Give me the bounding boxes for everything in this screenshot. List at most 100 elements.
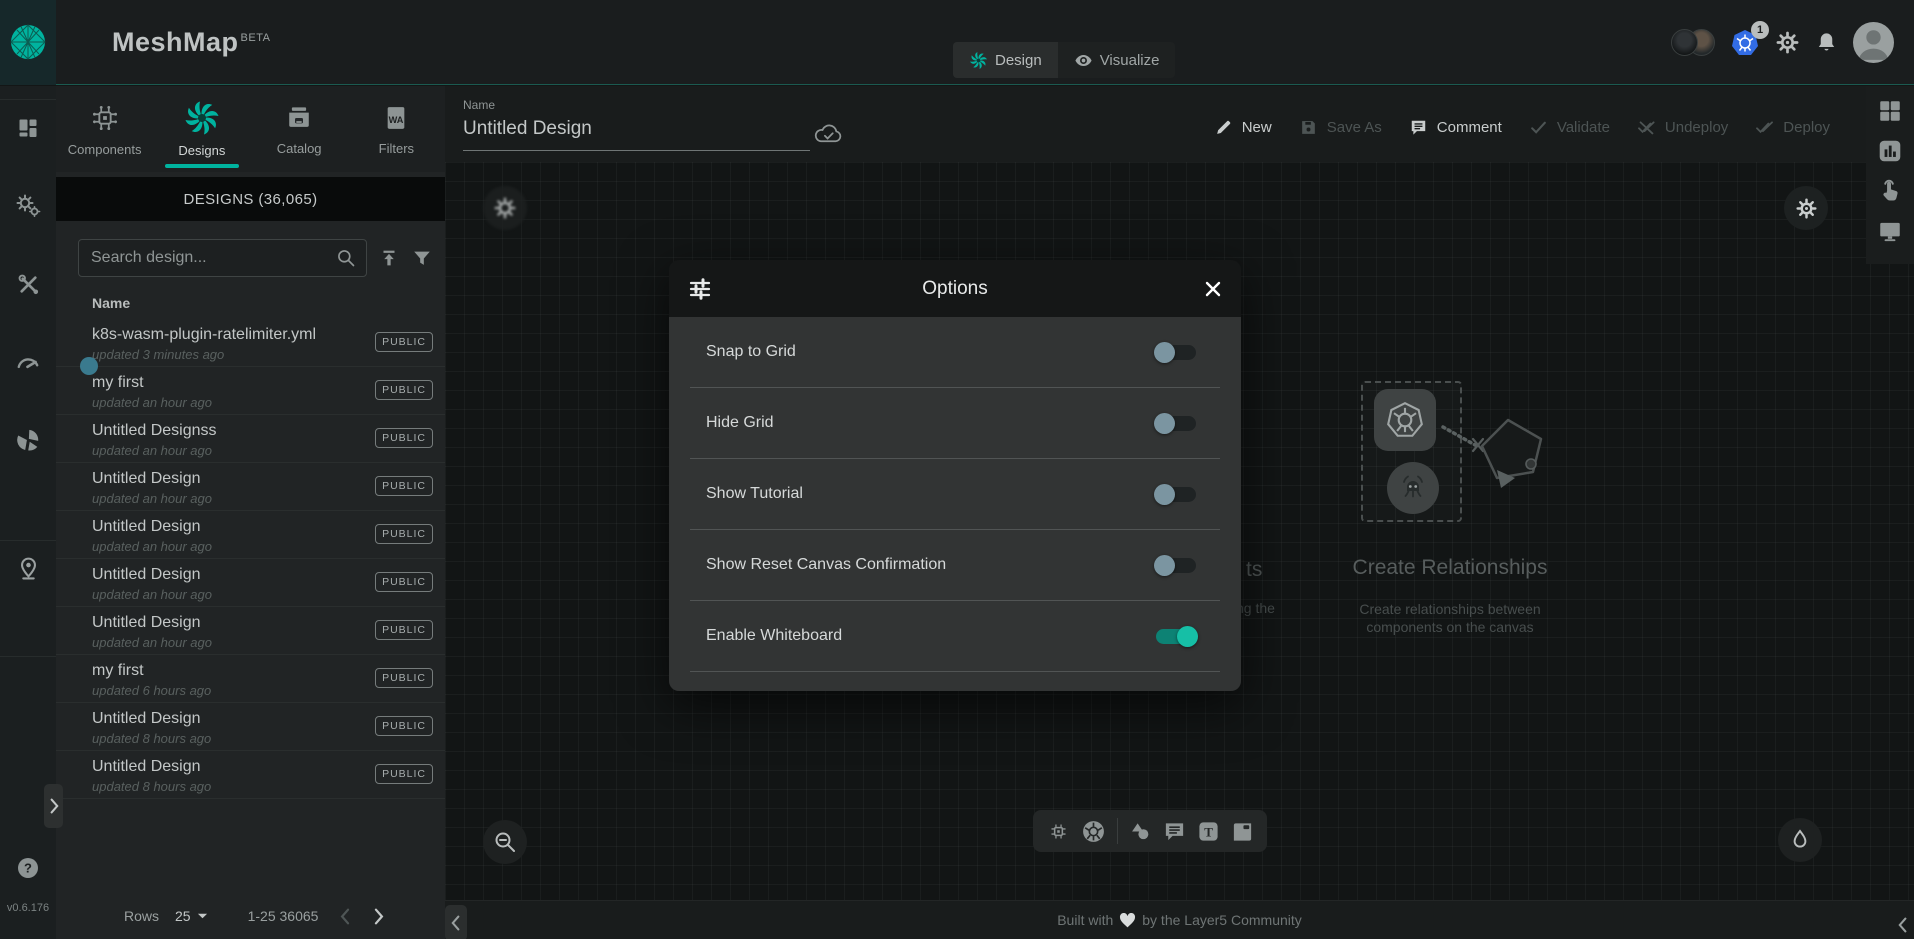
design-row[interactable]: k8s-wasm-plugin-ratelimiter.yml updated …: [56, 319, 445, 367]
user-avatar[interactable]: [1853, 22, 1894, 63]
panel-tabs: Components Designs: [56, 86, 445, 172]
add-text-button[interactable]: T: [1197, 820, 1220, 843]
deploy-button[interactable]: Deploy: [1755, 118, 1830, 137]
designs-spiral-icon: [184, 100, 220, 136]
prev-page-button[interactable]: [340, 908, 351, 925]
header-right: 1: [1671, 0, 1894, 85]
import-design-button[interactable]: [378, 247, 400, 269]
design-name-input[interactable]: [463, 112, 810, 151]
tab-components[interactable]: Components: [56, 86, 153, 172]
validate-button[interactable]: Validate: [1529, 118, 1610, 137]
close-icon[interactable]: [1203, 279, 1223, 299]
chevron-left-icon: [451, 915, 461, 931]
tab-filters[interactable]: WA Filters: [348, 86, 445, 172]
settings-button[interactable]: [1775, 30, 1800, 55]
add-comment-button[interactable]: [1163, 820, 1186, 843]
comment-label: Comment: [1437, 119, 1502, 136]
visibility-badge: PUBLIC: [375, 476, 433, 496]
option-row-snap-to-grid: Snap to Grid: [690, 317, 1220, 388]
tab-designs[interactable]: Designs: [153, 86, 250, 172]
layouts-button[interactable]: [1877, 98, 1903, 124]
search-input[interactable]: [91, 249, 336, 267]
design-row[interactable]: Untitled Design updated an hour ago PUBL…: [56, 607, 445, 655]
snap-to-grid-toggle[interactable]: [1156, 345, 1196, 360]
add-shapes-button[interactable]: [1129, 820, 1152, 843]
reset-canvas-confirmation-toggle[interactable]: [1156, 558, 1196, 573]
canvas-options-button[interactable]: [1784, 186, 1828, 230]
new-button[interactable]: New: [1214, 118, 1272, 137]
save-as-button[interactable]: Save As: [1299, 118, 1382, 137]
chevron-left-icon: [340, 908, 351, 925]
tools-icon: [16, 272, 41, 297]
sidebar-item-meshmap[interactable]: [0, 548, 56, 588]
sidebar-item-performance[interactable]: [0, 342, 56, 382]
visibility-badge: PUBLIC: [375, 764, 433, 784]
layer5-logo[interactable]: [0, 0, 56, 85]
occluded-text-fragment: ng the: [1236, 600, 1275, 616]
canvas-topbar: Name New: [445, 86, 1914, 162]
sidebar-item-dashboard[interactable]: [0, 108, 56, 148]
zoom-out-button[interactable]: [483, 820, 527, 864]
footer-collapse-left[interactable]: [445, 905, 467, 939]
tab-visualize-label: Visualize: [1100, 52, 1160, 69]
comment-button[interactable]: Comment: [1409, 118, 1502, 137]
help-button[interactable]: ?: [0, 848, 56, 888]
design-row[interactable]: Untitled Design updated an hour ago PUBL…: [56, 463, 445, 511]
design-row[interactable]: my first updated an hour ago PUBLIC: [56, 367, 445, 415]
sliders-icon: [687, 276, 713, 302]
grid-squares-icon: [1877, 98, 1903, 124]
add-media-button[interactable]: [1231, 820, 1254, 843]
filter-button[interactable]: [411, 247, 433, 269]
demo-meshery-tile: [1387, 462, 1439, 514]
notifications-button[interactable]: [1815, 31, 1838, 54]
design-toolbar: New Save As Comment: [1214, 118, 1830, 137]
interaction-mode-button[interactable]: [1877, 178, 1903, 204]
panel-expand-handle[interactable]: [44, 784, 63, 828]
pagination: Rows 25 1-25 36065: [56, 893, 445, 939]
sidebar-item-lifecycle[interactable]: [0, 186, 56, 226]
display-button[interactable]: [1877, 218, 1903, 244]
search-icon[interactable]: [336, 248, 356, 268]
next-page-button[interactable]: [373, 908, 384, 925]
tab-visualize[interactable]: Visualize: [1058, 42, 1176, 78]
design-row[interactable]: Untitled Design updated 8 hours ago PUBL…: [56, 703, 445, 751]
touch-icon: [1877, 178, 1903, 204]
design-row[interactable]: my first updated 6 hours ago PUBLIC: [56, 655, 445, 703]
kubernetes-wheel-icon: [1081, 819, 1106, 844]
shapes-icon: [1129, 820, 1152, 843]
design-row[interactable]: Untitled Design updated an hour ago PUBL…: [56, 511, 445, 559]
add-kubernetes-node-button[interactable]: [1081, 819, 1106, 844]
tab-components-label: Components: [68, 142, 142, 157]
hide-grid-toggle[interactable]: [1156, 416, 1196, 431]
kubernetes-context-button[interactable]: 1: [1730, 28, 1760, 58]
show-tutorial-toggle[interactable]: [1156, 487, 1196, 502]
relationship-arrow-graphic: [1435, 406, 1595, 536]
chevron-left-icon: [1898, 917, 1908, 933]
design-row[interactable]: Untitled Design updated an hour ago PUBL…: [56, 559, 445, 607]
drop-tool-button[interactable]: [1778, 818, 1822, 862]
app-footer: Built with by the Layer5 Community: [445, 900, 1914, 939]
tab-design[interactable]: Design: [953, 42, 1058, 78]
undeploy-button[interactable]: Undeploy: [1637, 118, 1728, 137]
rows-per-page-select[interactable]: 25: [175, 908, 208, 924]
footer-prefix: Built with: [1057, 912, 1113, 928]
mesh-pie-icon: [15, 427, 41, 453]
meshmap-app: MeshMapBETA Design: [0, 0, 1914, 939]
option-label: Snap to Grid: [706, 343, 796, 361]
deploy-icon: [1755, 118, 1774, 137]
collaborator-avatar-1[interactable]: [1671, 29, 1698, 56]
sidebar-item-configuration[interactable]: [0, 264, 56, 304]
save-as-label: Save As: [1327, 119, 1382, 136]
visibility-badge: PUBLIC: [375, 716, 433, 736]
sidebar-item-extensions[interactable]: [0, 420, 56, 460]
design-row[interactable]: Untitled Design updated 8 hours ago PUBL…: [56, 751, 445, 799]
design-row[interactable]: Untitled Designss updated an hour ago PU…: [56, 415, 445, 463]
enable-whiteboard-toggle[interactable]: [1156, 629, 1196, 644]
option-row-hide-grid: Hide Grid: [690, 388, 1220, 459]
canvas-settings-left-button[interactable]: [483, 186, 527, 230]
add-component-button[interactable]: [1047, 820, 1070, 843]
tab-catalog[interactable]: Catalog: [251, 86, 348, 172]
wasm-filters-icon: WA: [381, 102, 411, 134]
analytics-button[interactable]: [1877, 138, 1903, 164]
footer-collapse-right[interactable]: [1892, 907, 1914, 939]
